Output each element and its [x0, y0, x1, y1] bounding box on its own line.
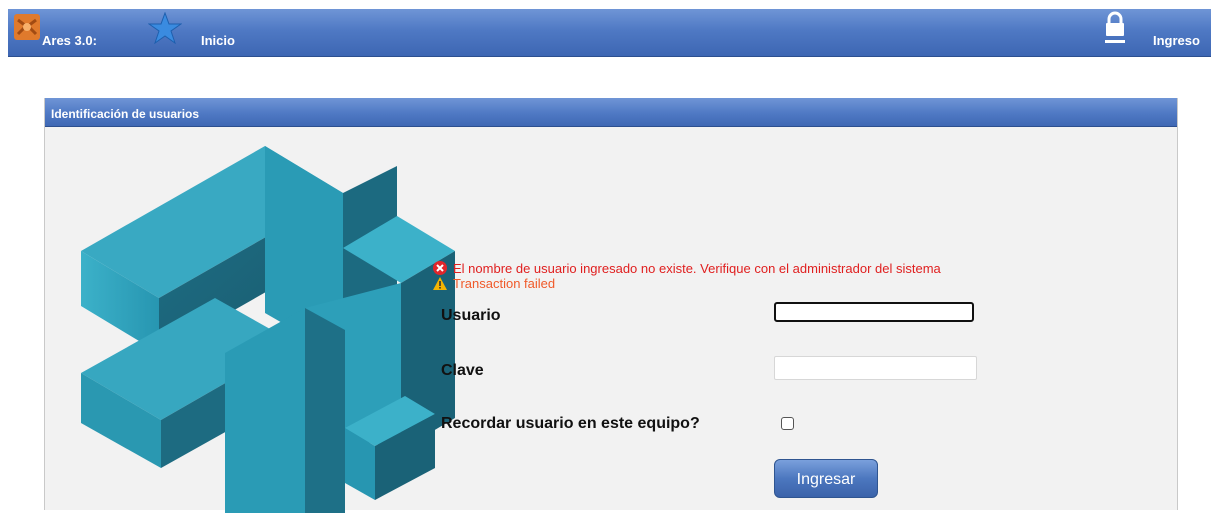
panel-header: Identificación de usuarios: [45, 98, 1177, 127]
warning-text: Transaction failed: [453, 276, 556, 291]
remember-user-label: Recordar usuario en este equipo?: [441, 415, 700, 432]
login-link[interactable]: Ingreso: [1153, 33, 1200, 48]
username-label: Usuario: [441, 307, 501, 324]
panel-title: Identificación de usuarios: [51, 107, 200, 121]
login-panel: Identificación de usuarios El nombre de …: [44, 98, 1178, 513]
password-label: Clave: [441, 362, 484, 379]
username-input[interactable]: [774, 302, 974, 322]
warning-message: Transaction failed: [433, 276, 555, 293]
home-link[interactable]: Inicio: [201, 33, 235, 48]
app-name: Ares 3.0:: [42, 33, 97, 48]
star-icon: [147, 11, 183, 45]
top-nav-bar: Ares 3.0: Inicio Ingreso: [8, 9, 1211, 57]
app-logo-icon: [12, 12, 42, 42]
lock-icon: [1103, 11, 1127, 45]
remember-user-checkbox[interactable]: [781, 417, 794, 430]
password-input[interactable]: [774, 356, 977, 380]
login-submit-button[interactable]: Ingresar: [774, 459, 878, 498]
company-logo-image: [75, 138, 455, 513]
warning-icon: [433, 277, 447, 293]
error-text: El nombre de usuario ingresado no existe…: [453, 261, 941, 276]
